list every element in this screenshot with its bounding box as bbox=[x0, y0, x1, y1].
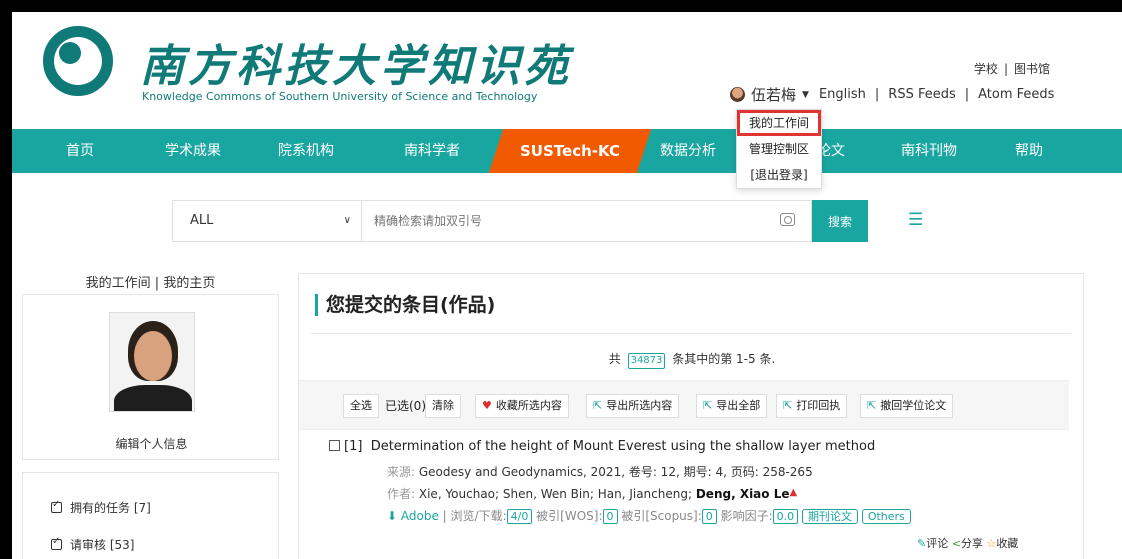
nav-publications[interactable]: 南科刊物 bbox=[901, 129, 957, 173]
download-adobe-link[interactable]: Adobe bbox=[401, 509, 439, 523]
nav-home[interactable]: 首页 bbox=[66, 129, 94, 173]
corresponding-author[interactable]: Deng, Xiao Le bbox=[696, 487, 790, 501]
search-input[interactable] bbox=[362, 200, 812, 242]
university-seal-logo[interactable] bbox=[43, 26, 113, 96]
print-receipt-button[interactable]: ⇱ 打印回执 bbox=[776, 394, 848, 418]
site-header: 南方科技大学知识苑 Knowledge Commons of Southern … bbox=[12, 12, 1122, 129]
nav-help[interactable]: 帮助 bbox=[1015, 129, 1043, 173]
favorite-selected-button[interactable]: ♥ 收藏所选内容 bbox=[475, 394, 569, 418]
export-selected-button[interactable]: ⇱ 导出所选内容 bbox=[586, 394, 680, 418]
workspace-homepage-title[interactable]: 我的工作间 | 我的主页 bbox=[22, 272, 279, 291]
user-dropdown-menu: 我的工作间 管理控制区 [退出登录] bbox=[736, 109, 822, 189]
impact-factor-badge: 0.0 bbox=[772, 509, 799, 524]
type-tag-others[interactable]: Others bbox=[861, 509, 911, 524]
withdraw-thesis-button[interactable]: ⇱ 撤回学位论文 bbox=[860, 394, 954, 418]
page-title: 您提交的条目(作品) bbox=[315, 294, 495, 316]
profile-card: 编辑个人信息 bbox=[22, 294, 279, 460]
record-title-row: [1] Determination of the height of Mount… bbox=[329, 439, 875, 454]
clear-selection-button[interactable]: 清除 bbox=[425, 394, 461, 418]
result-count: 共 34873 条其中的第 1-5 条. bbox=[299, 350, 1085, 369]
menu-my-workspace[interactable]: 我的工作间 bbox=[737, 110, 821, 136]
record-checkbox[interactable] bbox=[329, 440, 340, 451]
author-flag-icon: ▲ bbox=[789, 487, 798, 498]
search-scope-select[interactable]: ALL ∨ bbox=[172, 200, 362, 242]
comment-icon[interactable]: ✎ bbox=[917, 537, 926, 550]
download-icon[interactable]: ⬇ bbox=[387, 509, 397, 523]
nav-research-output[interactable]: 学术成果 bbox=[165, 129, 221, 173]
user-avatar-icon[interactable] bbox=[730, 87, 745, 102]
user-bar: 伍若梅 ▼ English | RSS Feeds | Atom Feeds bbox=[730, 84, 1054, 105]
share-icon[interactable]: < bbox=[952, 537, 961, 550]
user-name-menu[interactable]: 伍若梅 bbox=[751, 84, 796, 105]
search-button[interactable]: 搜索 bbox=[812, 200, 868, 242]
record-title-link[interactable]: Determination of the height of Mount Eve… bbox=[371, 439, 876, 454]
edit-profile-link[interactable]: 编辑个人信息 bbox=[23, 435, 280, 452]
menu-logout[interactable]: [退出登录] bbox=[737, 162, 821, 188]
star-icon[interactable]: ☆ bbox=[986, 537, 996, 550]
divider bbox=[311, 333, 1071, 334]
wos-citations-badge: 0 bbox=[602, 509, 618, 524]
select-all-button[interactable]: 全选 bbox=[343, 394, 379, 418]
export-icon: ⇱ bbox=[867, 399, 877, 412]
main-nav: 首页 学术成果 院系机构 南科学者 SUSTech-KC 数据分析 论文 南科刊… bbox=[12, 129, 1122, 173]
nav-data-analysis[interactable]: 数据分析 bbox=[660, 129, 716, 173]
app-frame: 南方科技大学知识苑 Knowledge Commons of Southern … bbox=[12, 12, 1122, 559]
site-logo-subtitle: Knowledge Commons of Southern University… bbox=[142, 90, 538, 103]
task-list: 拥有的任务 [7] 请审核 [53] bbox=[22, 472, 279, 559]
record-actions: ✎评论 <分享 ☆收藏 bbox=[917, 535, 1018, 551]
checkbox-icon bbox=[51, 499, 62, 513]
task-review[interactable]: 请审核 [53] bbox=[51, 536, 134, 553]
favorite-link[interactable]: 收藏 bbox=[996, 537, 1018, 550]
search-bar: ALL∨ 搜索 ☰ bbox=[172, 200, 930, 242]
image-search-camera-icon[interactable] bbox=[780, 213, 795, 226]
link-english[interactable]: English bbox=[819, 87, 866, 102]
link-school[interactable]: 学校 bbox=[974, 62, 998, 76]
selected-count: 已选(0) bbox=[385, 399, 426, 413]
heart-icon: ♥ bbox=[482, 399, 492, 412]
export-icon: ⇱ bbox=[783, 399, 793, 412]
results-toolbar: 全选 已选(0) 清除 ♥ 收藏所选内容 ⇱ 导出所选内容 ⇱ 导出全部 ⇱ 打印回执 … bbox=[299, 380, 1069, 430]
nav-departments[interactable]: 院系机构 bbox=[278, 129, 334, 173]
comment-link[interactable]: 评论 bbox=[926, 537, 948, 550]
chevron-down-icon: ∨ bbox=[343, 215, 351, 226]
nav-scholars[interactable]: 南科学者 bbox=[404, 129, 460, 173]
views-badge: 4/0 bbox=[506, 509, 533, 524]
record-meta: ⬇ Adobe | 浏览/下载: 4/0 被引[WOS]: 0 被引[Scopus]… bbox=[387, 507, 911, 524]
nav-sustech-kc[interactable]: SUSTech-KC bbox=[488, 129, 652, 173]
advanced-search-icon[interactable]: ☰ bbox=[908, 210, 923, 230]
profile-photo bbox=[109, 312, 195, 412]
caret-down-icon[interactable]: ▼ bbox=[802, 90, 809, 100]
site-logo-title[interactable]: 南方科技大学知识苑 bbox=[140, 30, 572, 94]
checkbox-icon bbox=[51, 536, 62, 550]
export-icon: ⇱ bbox=[593, 399, 603, 412]
top-links: 学校 | 图书馆 bbox=[973, 62, 1050, 76]
type-tag-journal[interactable]: 期刊论文 bbox=[801, 509, 858, 524]
record-source: 来源: Geodesy and Geodynamics, 2021, 卷号: 1… bbox=[387, 465, 813, 479]
share-link[interactable]: 分享 bbox=[961, 537, 983, 550]
record-authors: 作者: Xie, Youchao; Shen, Wen Bin; Han, Ji… bbox=[387, 487, 798, 501]
total-count-badge: 34873 bbox=[627, 353, 666, 369]
export-icon: ⇱ bbox=[703, 399, 713, 412]
submissions-panel: 您提交的条目(作品) 共 34873 条其中的第 1-5 条. 全选 已选(0)… bbox=[298, 273, 1084, 559]
link-library[interactable]: 图书馆 bbox=[1014, 62, 1050, 76]
export-all-button[interactable]: ⇱ 导出全部 bbox=[696, 394, 768, 418]
link-rss-feeds[interactable]: RSS Feeds bbox=[888, 87, 955, 102]
menu-admin-console[interactable]: 管理控制区 bbox=[737, 136, 821, 162]
scopus-citations-badge: 0 bbox=[701, 509, 717, 524]
task-owned[interactable]: 拥有的任务 [7] bbox=[51, 499, 151, 516]
link-atom-feeds[interactable]: Atom Feeds bbox=[978, 87, 1054, 102]
